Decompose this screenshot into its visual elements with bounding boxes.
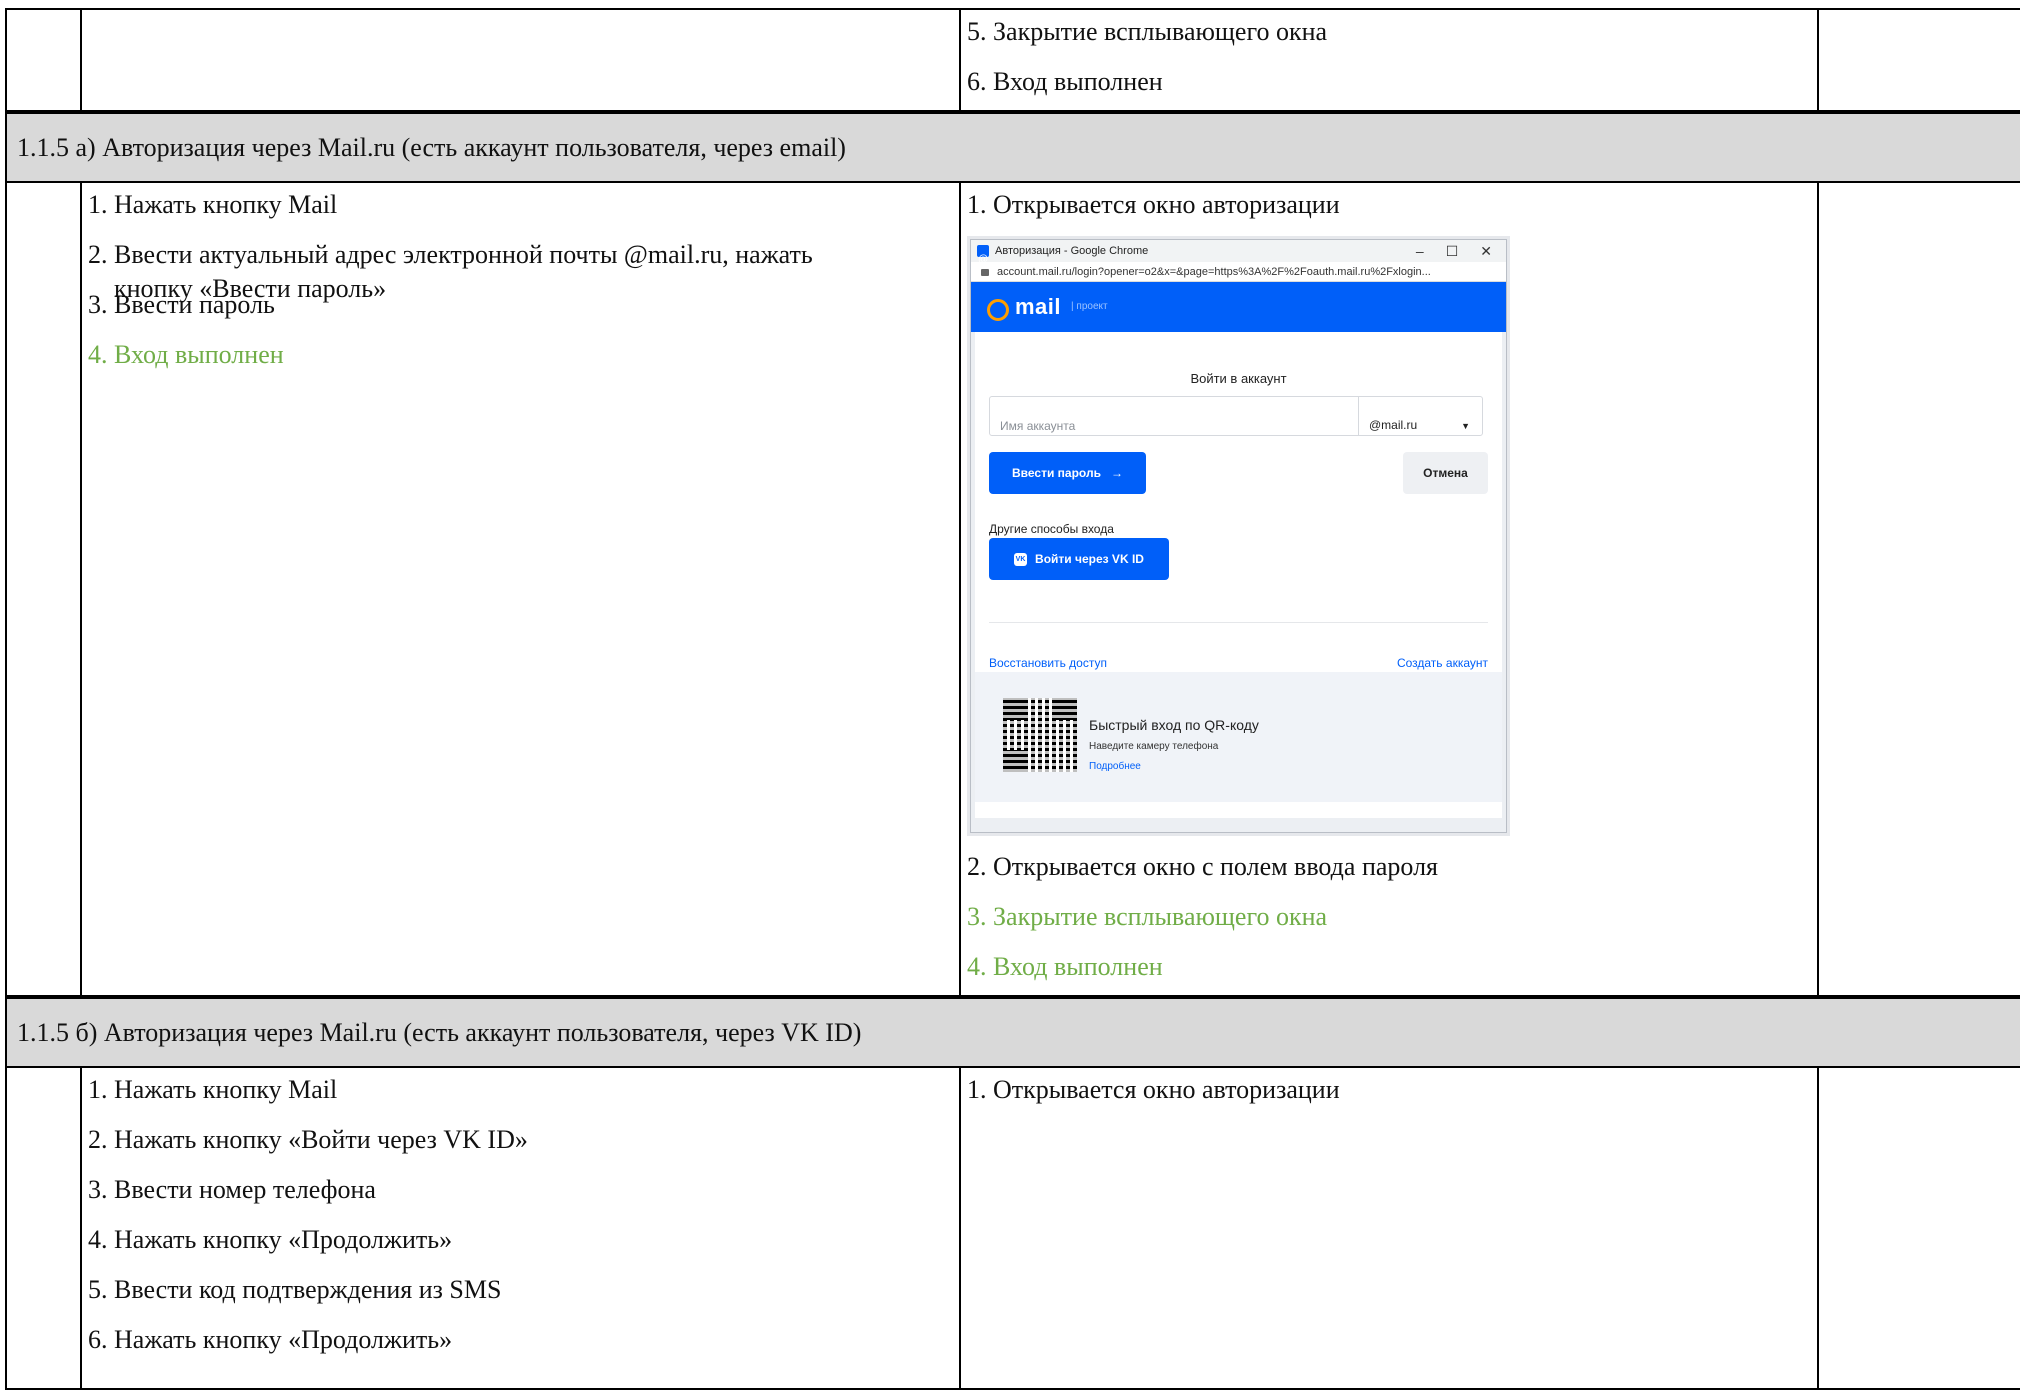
close-icon[interactable]: ✕ xyxy=(1480,234,1492,268)
steps-cell: 1. Нажать кнопку Mail 2. Ввести актуальн… xyxy=(80,181,961,998)
divider xyxy=(989,622,1488,623)
enter-password-label: Ввести пароль xyxy=(1012,466,1101,480)
expected-line: 1. Открывается окно авторизации xyxy=(967,1075,1340,1104)
expected-line: 6. Вход выполнен xyxy=(967,67,1163,96)
mail-logo-text: mail xyxy=(1015,294,1062,319)
browser-title-bar: Авторизация - Google Chrome – ☐ ✕ xyxy=(971,240,1506,277)
chevron-down-icon: ▼ xyxy=(1461,421,1470,431)
domain-value: @mail.ru xyxy=(1369,418,1418,432)
account-name-field[interactable]: Имя аккаунта @mail.ru ▼ xyxy=(989,396,1483,436)
expected-line: 1. Открывается окно авторизации xyxy=(967,190,1340,219)
document-page: 5. Закрытие всплывающего окна 6. Вход вы… xyxy=(0,0,2020,1390)
login-panel: Войти в аккаунт Имя аккаунта @mail.ru ▼ … xyxy=(975,332,1502,818)
step-line-text: 2. Ввести актуальный адрес электронной п… xyxy=(88,240,813,269)
step-line: 6. Нажать кнопку «Продолжить» xyxy=(88,1325,453,1354)
favicon-icon xyxy=(977,243,989,277)
steps-cell xyxy=(80,8,961,113)
expected-line: 5. Закрытие всплывающего окна xyxy=(967,17,1328,46)
maximize-icon[interactable]: ☐ xyxy=(1446,234,1459,268)
mail-header: mail | проект xyxy=(971,282,1506,332)
lock-icon xyxy=(981,269,989,276)
domain-select[interactable]: @mail.ru ▼ xyxy=(1358,397,1482,435)
qr-login-box: Быстрый вход по QR-коду Наведите камеру … xyxy=(975,672,1502,802)
expected-cell: 1. Открывается окно авторизации Авториза… xyxy=(959,181,1819,998)
section-header-row: 1.1.5 а) Авторизация через Mail.ru (есть… xyxy=(5,110,2020,183)
table-row: 1. Нажать кнопку Mail 2. Ввести актуальн… xyxy=(5,181,2020,998)
steps-cell: 1. Нажать кнопку Mail 2. Нажать кнопку «… xyxy=(80,1066,961,1390)
expected-cell: 5. Закрытие всплывающего окна 6. Вход вы… xyxy=(959,8,1819,113)
table-row: 5. Закрытие всплывающего окна 6. Вход вы… xyxy=(5,8,2020,113)
expected-line-success: 4. Вход выполнен xyxy=(967,952,1163,981)
expected-cell: 1. Открывается окно авторизации xyxy=(959,1066,1819,1390)
notes-cell xyxy=(1817,1066,2020,1390)
mail-logo-icon xyxy=(987,299,1009,321)
enter-password-button[interactable]: Ввести пароль → xyxy=(989,452,1146,494)
arrow-right-icon: → xyxy=(1110,466,1123,480)
expected-line: 2. Открывается окно с полем ввода пароля xyxy=(967,852,1438,881)
section-header-row: 1.1.5 б) Авторизация через Mail.ru (есть… xyxy=(5,995,2020,1068)
url-text: account.mail.ru/login?opener=o2&x=&page=… xyxy=(997,265,1431,278)
number-cell xyxy=(5,8,82,113)
vk-id-button[interactable]: VK Войти через VK ID xyxy=(989,538,1169,580)
login-heading: Войти в аккаунт xyxy=(1190,371,1287,386)
step-line: 2. Нажать кнопку «Войти через VK ID» xyxy=(88,1125,528,1154)
qr-code-icon xyxy=(1003,698,1077,772)
table-row: 1. Нажать кнопку Mail 2. Нажать кнопку «… xyxy=(5,1066,2020,1390)
number-cell xyxy=(5,181,82,998)
section-title: 1.1.5 б) Авторизация через Mail.ru (есть… xyxy=(5,995,2020,1068)
vk-icon: VK xyxy=(1014,552,1028,566)
address-bar[interactable]: account.mail.ru/login?opener=o2&x=&page=… xyxy=(971,262,1506,282)
test-case-table: 5. Закрытие всплывающего окна 6. Вход вы… xyxy=(5,8,2020,1390)
notes-cell xyxy=(1817,8,2020,113)
cancel-button[interactable]: Отмена xyxy=(1403,452,1488,494)
login-window-screenshot: Авторизация - Google Chrome – ☐ ✕ accoun… xyxy=(970,239,1507,833)
step-line: 1. Нажать кнопку Mail xyxy=(88,190,338,219)
vk-id-label: Войти через VK ID xyxy=(1035,552,1144,566)
step-line: 4. Нажать кнопку «Продолжить» xyxy=(88,1225,453,1254)
step-line: 1. Нажать кнопку Mail xyxy=(88,1075,338,1104)
account-placeholder: Имя аккаунта xyxy=(1000,419,1076,433)
expected-line-success: 3. Закрытие всплывающего окна xyxy=(967,902,1328,931)
notes-cell xyxy=(1817,181,2020,998)
step-line-success: 4. Вход выполнен xyxy=(88,340,284,369)
step-line: 3. Ввести номер телефона xyxy=(88,1175,376,1204)
mail-project-label: | проект xyxy=(1071,301,1108,312)
step-line: 5. Ввести код подтверждения из SMS xyxy=(88,1275,502,1304)
step-line: 3. Ввести пароль xyxy=(88,290,275,319)
qr-more-link[interactable]: Подробнее xyxy=(1089,750,1141,784)
section-title: 1.1.5 а) Авторизация через Mail.ru (есть… xyxy=(5,110,2020,183)
number-cell xyxy=(5,1066,82,1390)
